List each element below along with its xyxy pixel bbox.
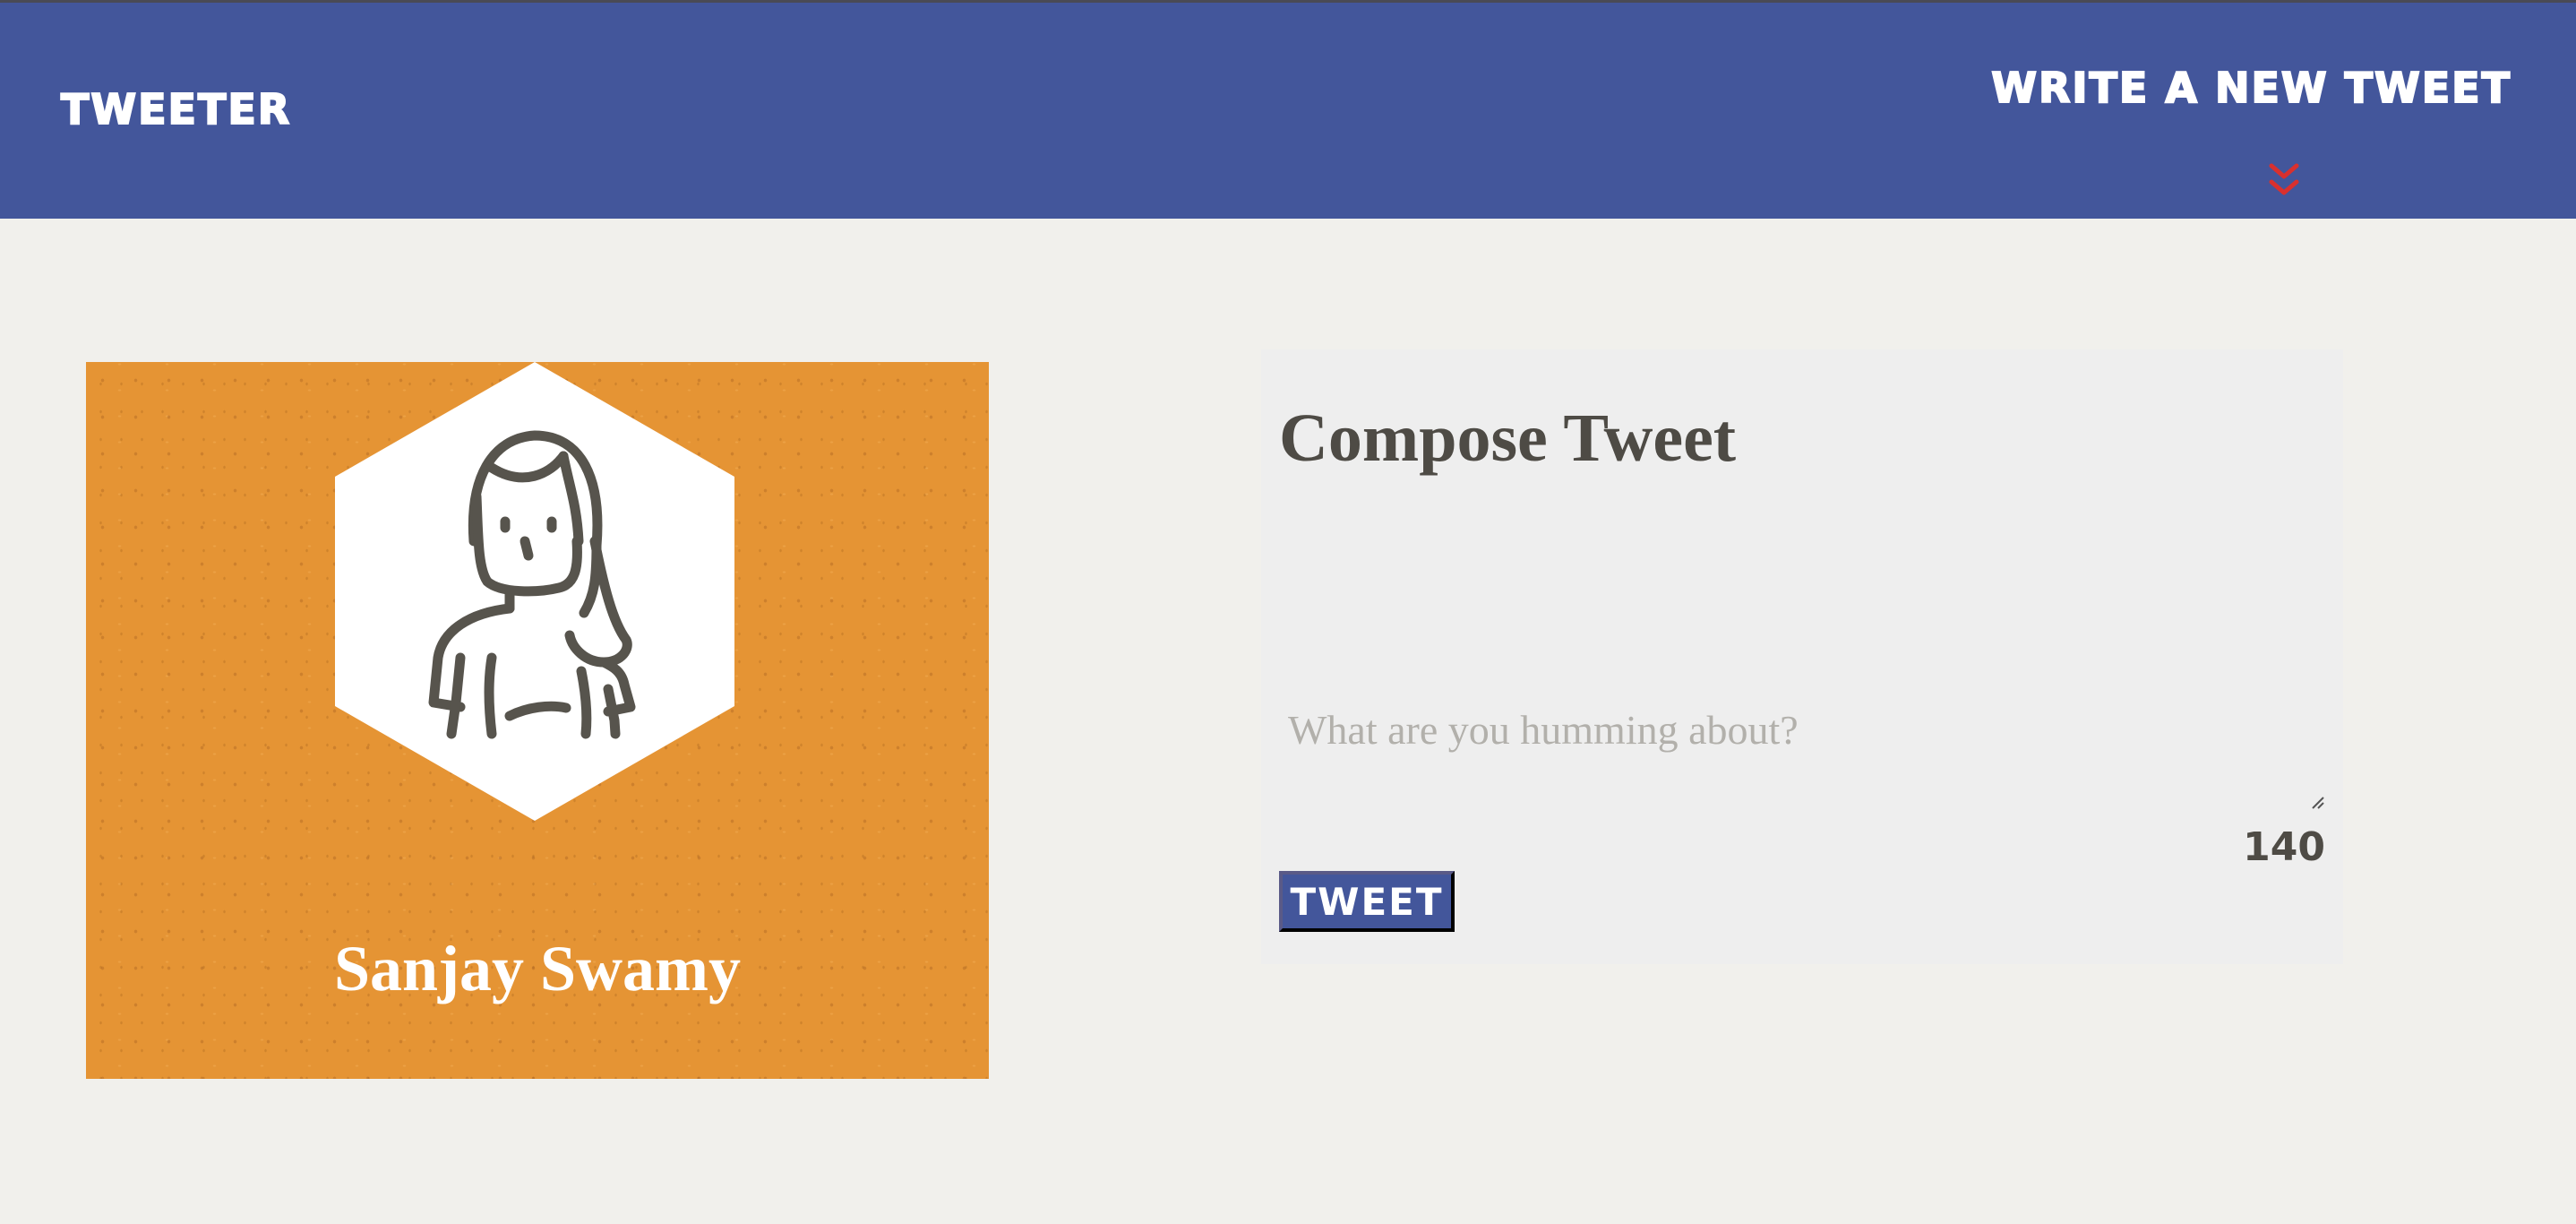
profile-card: Sanjay Swamy	[86, 362, 989, 1079]
resize-grip-icon[interactable]	[2309, 794, 2325, 810]
user-avatar-icon	[335, 362, 734, 821]
top-nav-bar: TWEETER WRITE A NEW TWEET	[0, 0, 2576, 219]
compose-title: Compose Tweet	[1279, 401, 1737, 476]
write-new-tweet-link[interactable]: WRITE A NEW TWEET	[1990, 63, 2512, 113]
brand-logo[interactable]: TWEETER	[60, 84, 291, 134]
compose-tweet-panel: Compose Tweet 140 TWEET	[1261, 349, 2343, 1165]
double-chevron-down-icon[interactable]	[2263, 160, 2306, 203]
tweet-text-input[interactable]	[1279, 699, 2332, 1165]
profile-name: Sanjay Swamy	[333, 933, 742, 1004]
character-counter: 140	[2243, 824, 2325, 870]
tweet-button[interactable]: TWEET	[1279, 871, 1455, 932]
